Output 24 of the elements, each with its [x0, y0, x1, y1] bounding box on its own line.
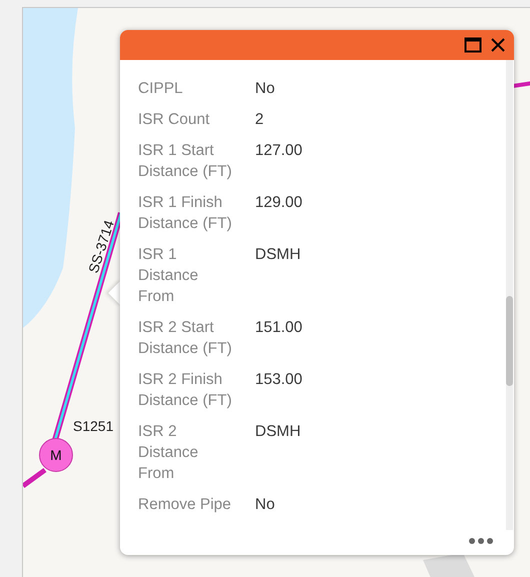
field-value: DSMH — [255, 245, 301, 265]
close-icon[interactable] — [490, 37, 506, 53]
map-label: S1251 — [73, 418, 114, 434]
field-value: 2 — [255, 110, 264, 130]
field-label: ISR 2 Finish Distance (FT) — [138, 370, 233, 411]
field-label: ISR Count — [138, 110, 211, 130]
field-value: 127.00 — [255, 141, 302, 161]
field-value: 151.00 — [255, 318, 302, 338]
field-label: ISR 1 Distance From — [138, 245, 200, 307]
field-value: DSMH — [255, 422, 301, 442]
field-label: Remove Pipe — [138, 495, 232, 515]
field-label: ISR 1 Finish Distance (FT) — [138, 193, 233, 234]
field-label: ISR 1 Start Distance (FT) — [138, 141, 233, 182]
field-label: ISR 2 Distance From — [138, 422, 200, 484]
field-value: No — [255, 79, 275, 99]
field-label: CIPPL — [138, 79, 184, 99]
maximize-icon[interactable] — [464, 37, 482, 53]
more-icon[interactable] — [468, 537, 494, 545]
field-value: 153.00 — [255, 370, 302, 390]
scrollbar-thumb[interactable] — [506, 296, 513, 386]
manhole-marker[interactable]: M — [39, 438, 73, 472]
field-value: 129.00 — [255, 193, 302, 213]
field-label: ISR 2 Start Distance (FT) — [138, 318, 233, 359]
field-value: No — [255, 495, 275, 515]
